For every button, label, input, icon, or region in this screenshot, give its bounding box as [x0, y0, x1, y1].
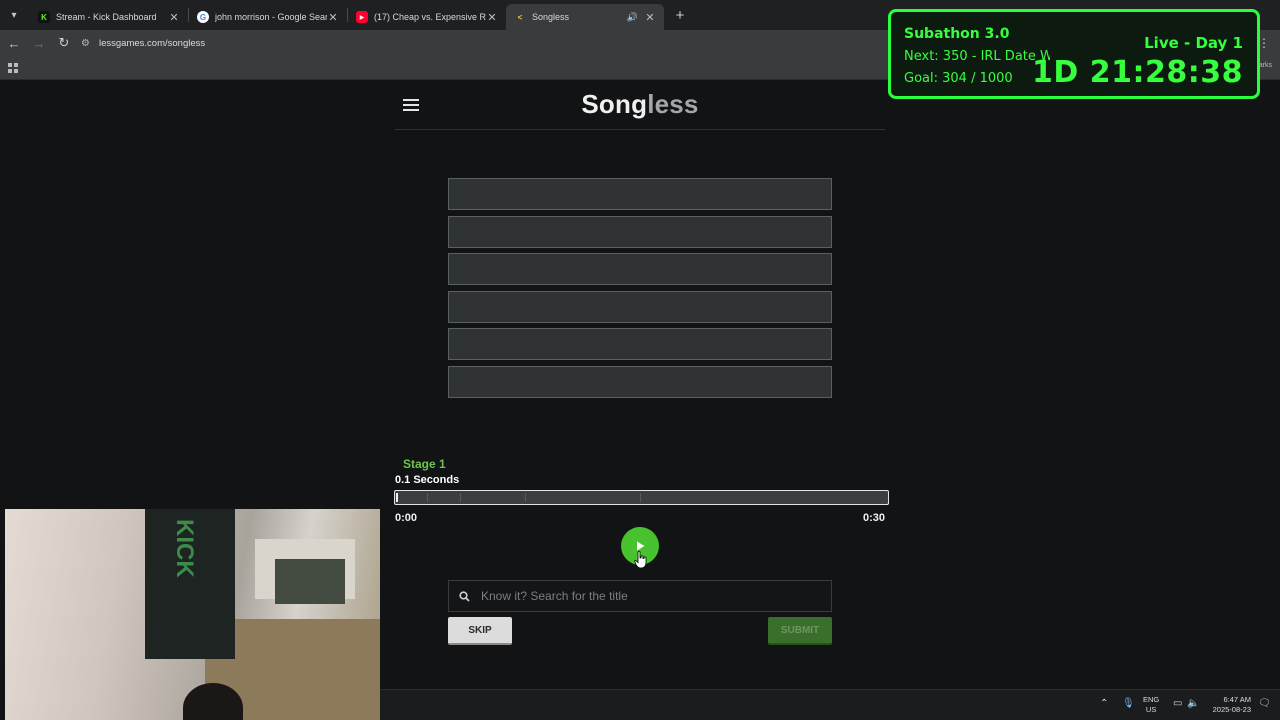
logo-song: Song: [581, 89, 648, 119]
site-logo[interactable]: Songless: [395, 89, 885, 120]
guess-slot-4: [448, 290, 832, 323]
input-language-indicator[interactable]: ENG US: [1143, 695, 1159, 715]
speaker-icon[interactable]: 🔊: [627, 12, 638, 23]
webcam-feed: KICK: [5, 509, 380, 720]
stage-marker: [427, 493, 428, 502]
clock-time: 6:47 AM: [1223, 695, 1251, 704]
subathon-overlay: Subathon 3.0 Next: 350 - IRL Date Wit Go…: [888, 9, 1260, 99]
subathon-goal-progress: Goal: 304 / 1000: [904, 71, 1013, 86]
time-start: 0:00: [395, 512, 418, 524]
tab-youtube[interactable]: ▶ (17) Cheap vs. Expensive Racec ✕: [348, 4, 506, 30]
clock-date: 2025-08-23: [1212, 705, 1251, 714]
notifications-icon[interactable]: 🗨: [1258, 698, 1271, 709]
tab-close-icon[interactable]: ✕: [327, 11, 339, 24]
tab-close-icon[interactable]: ✕: [644, 11, 656, 24]
stage-marker: [640, 493, 641, 502]
forward-arrow-icon[interactable]: →: [28, 32, 50, 54]
site-info-icon[interactable]: ⚙: [81, 38, 95, 49]
songless-icon: <: [517, 12, 523, 22]
stage-marker: [525, 493, 526, 502]
webcam-tv: [275, 559, 345, 604]
tab-close-icon[interactable]: ✕: [168, 11, 180, 24]
time-end: 0:30: [863, 512, 886, 524]
guess-slot-6: [448, 365, 832, 398]
windows-taskbar: ⌃ 🎙 ENG US ▭ 🔈 6:47 AM 2025-08-23 🗨: [380, 689, 1280, 720]
logo-less: less: [647, 89, 699, 119]
show-hidden-icons-chevron-up-icon[interactable]: ⌃: [1100, 698, 1108, 709]
lang-code: ENG: [1143, 695, 1160, 704]
apps-grid-icon[interactable]: [8, 63, 18, 73]
skip-button[interactable]: SKIP: [448, 617, 512, 645]
submit-button[interactable]: SUBMIT: [768, 617, 832, 645]
stage-label: Stage 1: [403, 457, 446, 471]
reload-icon[interactable]: ↻: [53, 32, 75, 54]
tab-title: (17) Cheap vs. Expensive Racec: [374, 12, 486, 22]
volume-icon[interactable]: 🔈: [1187, 698, 1199, 709]
tab-search-chevron-down-icon[interactable]: ▾: [4, 5, 24, 25]
screen: ▾ K Stream - Kick Dashboard ✕ G john mor…: [0, 0, 1280, 720]
tab-title: john morrison - Google Search: [215, 12, 327, 22]
tab-title: Songless: [532, 12, 570, 22]
network-icon[interactable]: ▭: [1173, 698, 1182, 709]
subathon-title: Subathon 3.0: [904, 26, 1010, 42]
guess-slot-2: [448, 215, 832, 248]
google-icon: G: [197, 11, 209, 23]
stage-marker: [460, 493, 461, 502]
subathon-timer: 1D 21:28:38: [1032, 55, 1243, 90]
subathon-live-day: Live - Day 1: [1144, 34, 1243, 52]
clip-duration-label: 0.1 Seconds: [395, 474, 460, 486]
mouse-cursor-icon: [634, 551, 647, 569]
tab-songless[interactable]: < Songless 🔊 ✕: [506, 4, 664, 30]
audio-progress-fill: [396, 493, 398, 502]
kick-icon: K: [38, 11, 50, 23]
taskbar-clock[interactable]: 6:47 AM 2025-08-23: [1209, 695, 1251, 715]
url-text: lessgames.com/songless: [99, 37, 206, 49]
song-search-box[interactable]: [448, 580, 832, 612]
tab-close-icon[interactable]: ✕: [486, 11, 498, 24]
address-bar[interactable]: ⚙ lessgames.com/songless: [81, 32, 881, 54]
tab-title: Stream - Kick Dashboard: [56, 12, 157, 22]
search-icon: [459, 590, 470, 602]
audio-progress-bar[interactable]: [394, 490, 889, 505]
youtube-icon: ▶: [356, 11, 368, 23]
guess-slot-5: [448, 328, 832, 360]
back-arrow-icon[interactable]: ←: [3, 32, 25, 54]
microphone-icon[interactable]: 🎙: [1122, 698, 1135, 709]
song-search-input[interactable]: [481, 589, 811, 603]
guess-list: [448, 178, 832, 403]
new-tab-plus-icon[interactable]: +: [670, 7, 690, 24]
guess-slot-3: [448, 253, 832, 285]
subathon-next-goal: Next: 350 - IRL Date Wit: [904, 49, 1050, 64]
lang-region: US: [1145, 705, 1157, 714]
guess-slot-1: [448, 178, 832, 210]
site-header: Songless: [395, 81, 885, 130]
tab-kick-dashboard[interactable]: K Stream - Kick Dashboard ✕: [30, 4, 188, 30]
webcam-shirt-logo: KICK: [171, 519, 198, 578]
tab-google-search[interactable]: G john morrison - Google Search ✕: [189, 4, 347, 30]
